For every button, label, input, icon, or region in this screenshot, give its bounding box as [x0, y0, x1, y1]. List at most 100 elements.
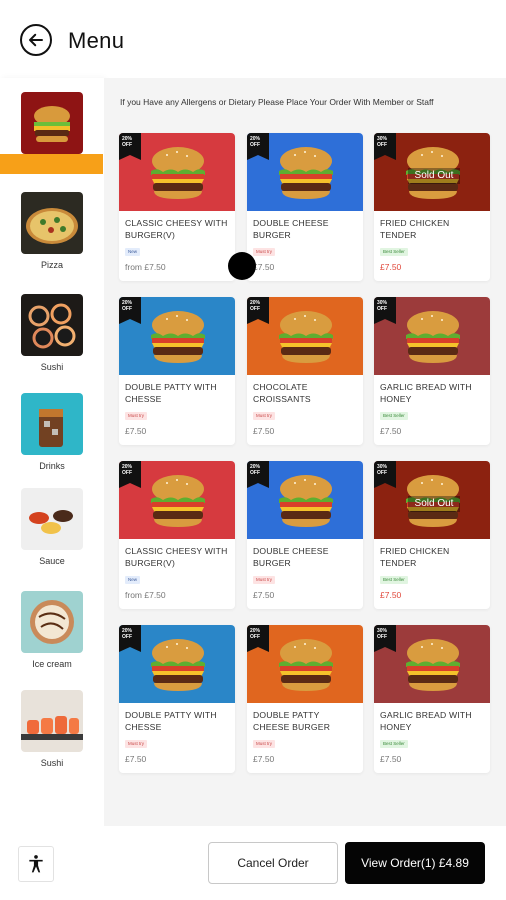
product-price: £7.50: [380, 426, 402, 436]
product-price: £7.50: [380, 590, 402, 600]
product-name: DOUBLE CHEESE BURGER: [253, 218, 329, 240]
product-name: FRIED CHICKEN TENDER: [380, 546, 450, 568]
discount-badge: 20% OFF: [119, 625, 141, 652]
burger-image: [151, 639, 205, 691]
product-price: from £7.50: [125, 590, 166, 600]
product-card[interactable]: 30% OFF Sold Out FRIED CHICKEN TENDER Best …: [374, 461, 490, 609]
sidebar-item-label: Sushi: [40, 362, 64, 372]
product-image: 20% OFF: [119, 133, 235, 211]
sidebar-item-label: Sushi: [40, 758, 64, 768]
discount-badge: 20% OFF: [247, 133, 269, 160]
product-card[interactable]: 30% OFF GARLIC BREAD WITH HONEY Best Selle…: [374, 625, 490, 773]
product-image: 20% OFF: [247, 297, 363, 375]
discount-badge: 20% OFF: [119, 297, 141, 324]
sidebar-item-drinks[interactable]: Drinks: [0, 393, 104, 471]
burger-image: [151, 147, 205, 199]
product-name: CLASSIC CHEESY WITH BURGER(V): [125, 546, 228, 568]
cancel-order-button[interactable]: Cancel Order: [208, 842, 338, 884]
sauce-category-image: [21, 488, 83, 550]
product-tag: Must try: [125, 412, 148, 420]
product-image: 20% OFF: [247, 133, 363, 211]
product-tag: Best Seller: [380, 740, 408, 748]
discount-badge: 20% OFF: [119, 461, 141, 488]
product-tag: Must try: [253, 740, 276, 748]
product-tag: Best Seller: [380, 248, 408, 256]
product-name: DOUBLE PATTY CHEESE BURGER: [253, 710, 331, 732]
accessibility-icon: [29, 855, 43, 873]
sushi-category-image: [21, 294, 83, 356]
arrow-left-icon: [29, 33, 43, 47]
product-price: £7.50: [380, 262, 402, 272]
product-image: 20% OFF: [119, 625, 235, 703]
menu-content: If you Have any Allergens or Dietary Ple…: [104, 78, 506, 826]
app-header: Menu: [0, 0, 506, 78]
sidebar-item-pizza[interactable]: Pizza: [0, 192, 104, 270]
discount-badge: 30% OFF: [374, 297, 396, 324]
sidebar-item-label: Drinks: [39, 461, 65, 471]
accessibility-button[interactable]: [18, 846, 54, 882]
order-footer: Cancel Order View Order(1) £4.89: [0, 826, 506, 900]
product-price: from £7.50: [125, 262, 166, 272]
sidebar-item-ice-cream[interactable]: Ice cream: [0, 591, 104, 669]
sidebar-item-label: Ice cream: [32, 659, 72, 669]
product-tag: Must try: [253, 248, 276, 256]
view-order-button[interactable]: View Order(1) £4.89: [345, 842, 485, 884]
product-name: FRIED CHICKEN TENDER: [380, 218, 450, 240]
product-card[interactable]: 20% OFF DOUBLE PATTY WITH CHESSE Must try £…: [119, 625, 235, 773]
product-tag: Must try: [253, 576, 276, 584]
product-tag: Must try: [125, 740, 148, 748]
product-image: 20% OFF: [247, 625, 363, 703]
burger-image: [406, 639, 460, 691]
product-price: £7.50: [125, 426, 147, 436]
product-name: DOUBLE PATTY WITH CHESSE: [125, 710, 217, 732]
product-image: 20% OFF: [119, 461, 235, 539]
product-name: CLASSIC CHEESY WITH BURGER(V): [125, 218, 228, 240]
product-name: GARLIC BREAD WITH HONEY: [380, 382, 472, 404]
touch-indicator: [228, 252, 256, 280]
product-price: £7.50: [125, 754, 147, 764]
product-card[interactable]: 20% OFF CHOCOLATE CROISSANTS Must try £7.50: [247, 297, 363, 445]
ice-cream-category-image: [21, 591, 83, 653]
product-tag: New: [125, 248, 141, 256]
product-image: 30% OFF: [374, 625, 490, 703]
product-tag: Best Seller: [380, 576, 408, 584]
product-card[interactable]: 20% OFF DOUBLE PATTY CHEESE BURGER Must tr…: [247, 625, 363, 773]
discount-badge: 20% OFF: [247, 297, 269, 324]
sidebar-item-label: Sauce: [39, 556, 65, 566]
sidebar-item-sushi[interactable]: Sushi: [0, 294, 104, 372]
drinks-category-image: [21, 393, 83, 455]
sidebar-item-burger[interactable]: [0, 92, 104, 154]
burger-image: [151, 475, 205, 527]
product-card[interactable]: 20% OFF DOUBLE CHEESE BURGER Must try £7.50: [247, 461, 363, 609]
product-card[interactable]: 20% OFF CLASSIC CHEESY WITH BURGER(V) New f…: [119, 133, 235, 281]
sidebar-item-label: Pizza: [40, 260, 63, 270]
product-price: £7.50: [253, 262, 275, 272]
discount-badge: 30% OFF: [374, 133, 396, 160]
product-image: 30% OFF Sold Out: [374, 133, 490, 211]
pizza-category-image: [21, 192, 83, 254]
product-tag: Must try: [253, 412, 276, 420]
burger-image: [279, 147, 333, 199]
product-card[interactable]: 30% OFF GARLIC BREAD WITH HONEY Best Selle…: [374, 297, 490, 445]
sidebar-item-sushi-rolls[interactable]: Sushi: [0, 690, 104, 768]
product-card[interactable]: 20% OFF DOUBLE CHEESE BURGER Must try £7.50: [247, 133, 363, 281]
sold-out-label: Sold Out: [408, 496, 460, 512]
sidebar-item-sauce[interactable]: Sauce: [0, 488, 104, 566]
product-image: 20% OFF: [119, 297, 235, 375]
product-price: £7.50: [380, 754, 402, 764]
product-image: 20% OFF: [247, 461, 363, 539]
product-price: £7.50: [253, 426, 275, 436]
discount-badge: 20% OFF: [247, 461, 269, 488]
allergen-notice: If you Have any Allergens or Dietary Ple…: [120, 97, 434, 107]
product-card[interactable]: 30% OFF Sold Out FRIED CHICKEN TENDER Best …: [374, 133, 490, 281]
discount-badge: 30% OFF: [374, 625, 396, 652]
product-card[interactable]: 20% OFF CLASSIC CHEESY WITH BURGER(V) New f…: [119, 461, 235, 609]
back-button[interactable]: [20, 24, 52, 56]
burger-image: [151, 311, 205, 363]
product-name: GARLIC BREAD WITH HONEY: [380, 710, 472, 732]
product-card[interactable]: 20% OFF DOUBLE PATTY WITH CHESSE Must try £…: [119, 297, 235, 445]
burger-image: [279, 475, 333, 527]
sold-out-label: Sold Out: [408, 168, 460, 184]
burger-image: [279, 639, 333, 691]
burger-image: [279, 311, 333, 363]
